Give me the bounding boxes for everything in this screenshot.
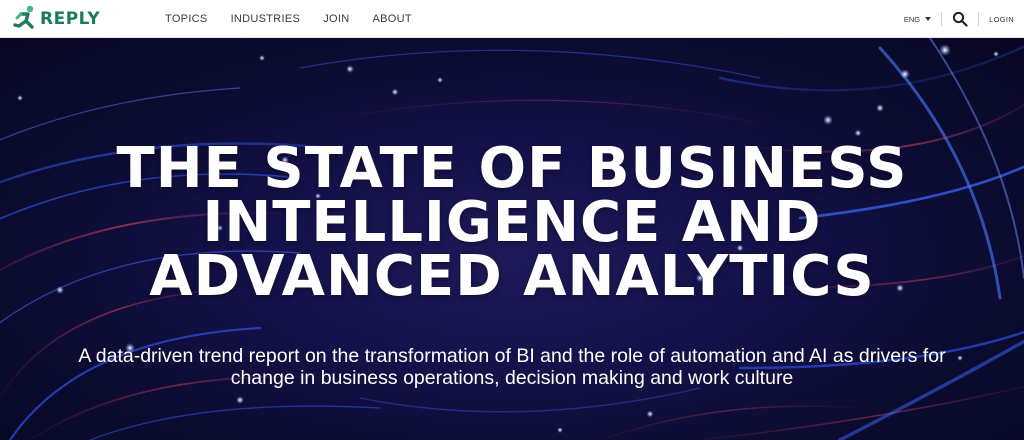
subtitle-line: change in business operations, decision … [230,367,794,389]
logo-text: REPLY [40,9,101,29]
page-title: THE STATE OF BUSINESS INTELLIGENCE AND A… [0,136,1024,309]
top-navigation-bar: REPLY TOPICS INDUSTRIES JOIN ABOUT ENG L… [0,0,1024,38]
hero-subtitle: A data-driven trend report on the transf… [20,345,1004,389]
nav-topics[interactable]: TOPICS [165,13,208,25]
running-figure-logo-icon [13,5,34,29]
nav-join[interactable]: JOIN [323,13,349,25]
hero-banner: THE STATE OF BUSINESS INTELLIGENCE AND A… [0,38,1024,440]
search-icon[interactable] [952,11,968,27]
divider [978,12,980,26]
language-label: ENG [903,14,921,24]
nav-about[interactable]: ABOUT [372,13,411,25]
caret-down-icon [925,17,932,21]
title-line: THE STATE OF BUSINESS [116,136,908,201]
title-line: INTELLIGENCE AND [202,190,822,255]
subtitle-line: A data-driven trend report on the transf… [78,345,946,367]
reply-logo[interactable]: REPLY [12,5,100,33]
login-link[interactable]: LOGIN [989,15,1014,24]
divider [941,12,943,26]
nav-industries[interactable]: INDUSTRIES [231,13,301,25]
main-nav: TOPICS INDUSTRIES JOIN ABOUT [165,0,435,38]
header-tools: ENG LOGIN [904,0,1014,38]
language-selector[interactable]: ENG [903,14,932,24]
title-line: ADVANCED ANALYTICS [149,244,875,309]
